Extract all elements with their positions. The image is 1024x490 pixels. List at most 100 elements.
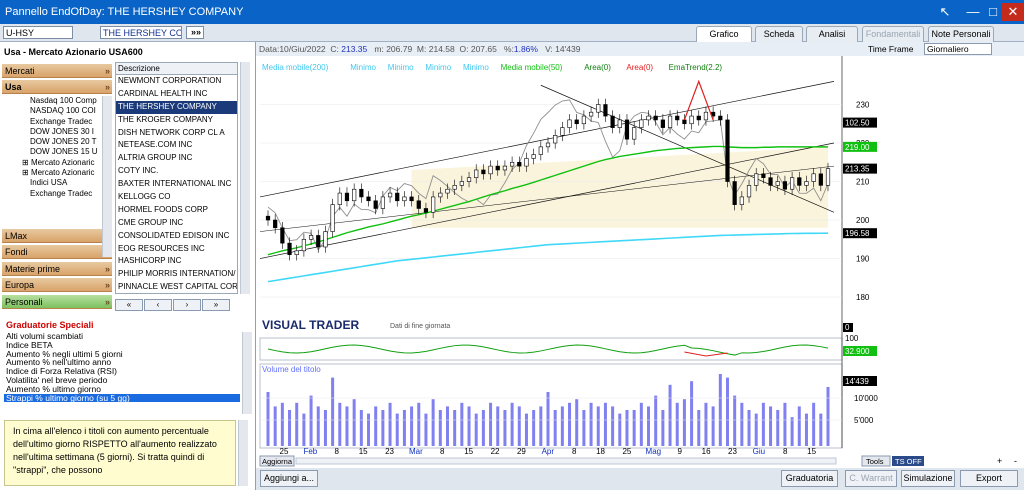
tree-item-label: Indici USA — [30, 178, 68, 188]
tree-item[interactable]: DOW JONES 20 T — [2, 137, 112, 147]
x-tick-label: 22 — [491, 447, 500, 456]
volume-bar — [467, 406, 471, 446]
category-6[interactable]: Personali » — [2, 295, 112, 309]
candle-body — [581, 115, 586, 125]
list-item[interactable]: PHILIP MORRIS INTERNATION/ — [116, 268, 237, 281]
tab-0[interactable]: Grafico — [696, 26, 752, 42]
x-tick-label: Giu — [753, 447, 765, 456]
tree-item[interactable]: Exchange Tradec — [2, 189, 112, 199]
list-scrollbar[interactable] — [240, 62, 250, 294]
description-scrollbar[interactable] — [238, 420, 248, 486]
candle-body — [510, 161, 515, 167]
tree-item[interactable]: Nasdaq 100 Comp — [2, 96, 112, 106]
expand-icon[interactable]: ⊞ — [22, 158, 31, 167]
category-0[interactable]: Mercati » — [2, 64, 112, 78]
volume-bar — [295, 402, 299, 446]
tab-4[interactable]: Note Personali — [928, 26, 994, 42]
expand-icon[interactable]: ⊞ — [22, 168, 31, 177]
candle-body — [560, 127, 565, 136]
tree-item[interactable]: ⊞ Mercato Azionaric — [2, 168, 112, 178]
list-item[interactable]: PINNACLE WEST CAPITAL COR — [116, 281, 237, 293]
tree-scrollbar[interactable] — [102, 96, 112, 257]
list-item[interactable]: THE HERSHEY COMPANY — [116, 100, 237, 114]
rankings-scrollbar[interactable] — [242, 332, 252, 414]
tab-2[interactable]: Analisi — [806, 26, 858, 42]
candle-body — [754, 173, 759, 186]
list-item[interactable]: DISH NETWORK CORP CL A — [116, 127, 237, 140]
volume-bar — [804, 413, 808, 446]
tab-3[interactable]: Fondamentali — [862, 26, 924, 42]
list-item[interactable]: CONSOLIDATED EDISON INC — [116, 230, 237, 243]
tree-item[interactable]: Exchange Tradec — [2, 117, 112, 127]
candle-body — [445, 188, 450, 194]
list-item[interactable]: EOG RESOURCES INC — [116, 243, 237, 256]
tree-item[interactable]: ⊞ Mercato Azionaric — [2, 158, 112, 168]
list-item[interactable]: CARDINAL HEALTH INC — [116, 88, 237, 101]
list-item[interactable]: THE KROGER COMPANY — [116, 114, 237, 127]
list-header[interactable]: Descrizione — [116, 63, 237, 75]
candle-body — [359, 188, 364, 198]
volume-bar — [740, 402, 744, 446]
list-item[interactable]: COTY INC. — [116, 165, 237, 178]
nav-button-0[interactable]: « — [115, 299, 143, 311]
go-button[interactable]: »» — [186, 26, 204, 39]
list-item[interactable]: ALTRIA GROUP INC — [116, 152, 237, 165]
nav-button-3[interactable]: » — [202, 299, 230, 311]
candle-body — [308, 235, 314, 240]
volume-bar — [783, 402, 787, 446]
nav-button-2[interactable]: › — [173, 299, 201, 311]
candle-body — [474, 169, 479, 178]
volume-bar — [381, 410, 385, 446]
x-tick-label: 23 — [728, 447, 737, 456]
candle-body — [517, 161, 522, 167]
ticker-input[interactable] — [3, 26, 73, 39]
list-item[interactable]: CME GROUP INC — [116, 217, 237, 230]
bottom-button-0[interactable]: Aggiungi a... — [260, 470, 318, 487]
candle-body — [790, 177, 795, 190]
nav-button-1[interactable]: ‹ — [144, 299, 172, 311]
volume-bar — [489, 402, 493, 446]
tree-item[interactable]: Indici USA — [2, 178, 112, 188]
tree-item[interactable]: DOW JONES 30 I — [2, 127, 112, 137]
x-tick-label: 23 — [385, 447, 394, 456]
restore-icon[interactable]: ↖ — [934, 3, 956, 21]
list-item[interactable]: HASHICORP INC — [116, 255, 237, 268]
volume-bar — [812, 402, 816, 446]
bottom-button-4[interactable]: Export — [960, 470, 1018, 487]
tree-item[interactable]: DOW JONES 15 U — [2, 147, 112, 157]
tab-1[interactable]: Scheda — [755, 26, 803, 42]
name-input[interactable] — [100, 26, 182, 39]
tree-item-label: NASDAQ 100 COI — [30, 106, 96, 116]
candle-body — [337, 192, 342, 205]
bottom-button-3[interactable]: Simulazione — [901, 470, 955, 487]
x-tick-label: 25 — [622, 447, 631, 456]
ranking-item[interactable]: Strappi % ultimo giorno (su 5 gg) — [4, 393, 240, 403]
volume-bar — [331, 377, 335, 446]
list-item[interactable]: HORMEL FOODS CORP — [116, 204, 237, 217]
chart-scrollbar[interactable] — [295, 457, 837, 465]
ranking-description: In cima all'elenco i titoli con aumento … — [4, 420, 236, 486]
list-item[interactable]: NEWMONT CORPORATION — [116, 75, 237, 88]
category-1[interactable]: Usa » — [2, 80, 112, 94]
candle-body — [481, 169, 486, 175]
volume-bar — [711, 406, 715, 446]
list-item[interactable]: NETEASE.COM INC — [116, 139, 237, 152]
list-item[interactable]: KELLOGG CO — [116, 191, 237, 204]
close-icon[interactable]: ✕ — [1002, 3, 1024, 21]
x-tick-label: 8 — [783, 447, 788, 456]
volume-bar — [503, 410, 507, 446]
price-chart[interactable]: 180190200210220230Media mobile(200)Minim… — [256, 42, 1024, 468]
category-4[interactable]: Materie prime » — [2, 262, 112, 276]
category-5[interactable]: Europa » — [2, 278, 112, 292]
market-title: Usa - Mercato Azionario USA600 — [4, 47, 143, 57]
tree-item[interactable]: NASDAQ 100 COI — [2, 106, 112, 116]
volume-bar — [388, 402, 392, 446]
maximize-icon[interactable]: □ — [982, 3, 1004, 21]
bottom-button-1[interactable]: Graduatoria — [781, 470, 838, 487]
bottom-button-2[interactable]: C. Warrant — [845, 470, 897, 487]
tree-item-label: Nasdaq 100 Comp — [30, 96, 97, 105]
y-tick-label: 210 — [856, 178, 870, 187]
list-item[interactable]: BAXTER INTERNATIONAL INC — [116, 178, 237, 191]
left-panel: Usa - Mercato Azionario USA600 Mercati» U… — [0, 42, 256, 490]
minimize-icon[interactable]: — — [962, 3, 984, 21]
